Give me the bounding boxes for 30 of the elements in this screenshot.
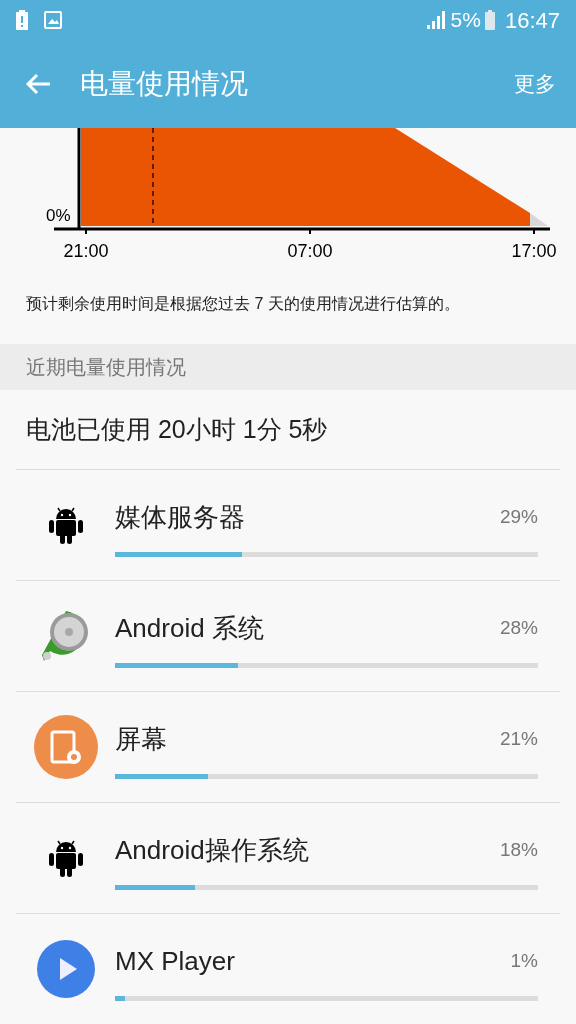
axis-label: 0% [46,206,71,226]
app-name: Android操作系统 [115,834,309,867]
android-icon [48,505,83,545]
usage-percent: 18% [499,838,538,863]
signal-icon [426,11,447,29]
usage-percent: 28% [499,616,538,641]
axis-label: 21:00 [63,240,109,262]
app-name: 屏幕 [115,723,167,756]
clock: 16:47 [504,6,560,35]
app-name: MX Player [115,945,235,978]
screen-settings-icon [33,715,98,779]
more-button[interactable]: 更多 [514,68,556,100]
usage-percent: 21% [499,727,538,752]
android-icon [48,838,83,878]
axis-label: 17:00 [511,240,557,262]
battery-percent: 5% [450,7,481,34]
battery-icon [484,10,495,30]
play-icon [36,940,95,998]
usage-percent: 29% [499,505,538,530]
estimate-note: 预计剩余使用时间是根据您过去 7 天的使用情况进行估算的。 [25,294,461,314]
usage-percent: 1% [510,949,538,974]
screen-title: 电量使用情况 [80,67,249,101]
battery-alert-icon [16,10,28,30]
section-header: 近期电量使用情况 [26,355,186,380]
image-icon [44,11,62,29]
battery-used-text: 电池已使用 20小时 1分 5秒 [26,413,328,445]
back-icon[interactable] [24,72,52,96]
app-name: Android 系统 [115,612,264,645]
axis-label: 07:00 [287,240,333,262]
app-name: 媒体服务器 [115,501,245,534]
